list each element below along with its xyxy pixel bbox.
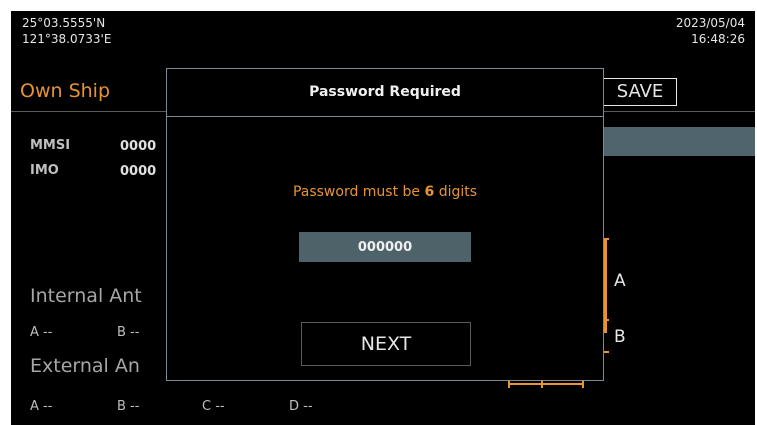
external-antenna-a[interactable]: A -- — [30, 399, 52, 414]
external-antenna-d[interactable]: D -- — [289, 399, 313, 414]
mmsi-label: MMSI — [30, 138, 71, 153]
time: 16:48:26 — [691, 32, 745, 46]
imo-label: IMO — [30, 163, 59, 178]
internal-antenna-heading: Internal Ant — [30, 285, 142, 307]
dialog-title: Password Required — [167, 69, 603, 117]
datetime-readout: 2023/05/04 16:48:26 — [676, 15, 745, 47]
imo-value[interactable]: 0000 — [120, 164, 156, 179]
internal-antenna-a[interactable]: A -- — [30, 325, 52, 340]
dimension-tick-center — [541, 380, 543, 388]
dialog-message-number: 6 — [424, 184, 435, 200]
password-input[interactable] — [299, 232, 471, 262]
dimension-tick-right — [582, 380, 584, 388]
external-antenna-b[interactable]: B -- — [117, 399, 139, 414]
latitude: 25°03.5555'N — [22, 16, 106, 30]
password-dialog: Password Required Password must be 6 dig… — [166, 68, 604, 381]
page-title: Own Ship — [20, 80, 111, 102]
position-readout: 25°03.5555'N 121°38.0733'E — [22, 15, 111, 47]
dimension-label-b: B — [614, 327, 626, 347]
background-input-field[interactable] — [603, 127, 755, 156]
dialog-message: Password must be 6 digits — [167, 184, 603, 200]
save-button[interactable]: SAVE — [603, 78, 677, 106]
dialog-message-suffix: digits — [434, 184, 478, 200]
next-button[interactable]: NEXT — [301, 322, 471, 366]
date: 2023/05/04 — [675, 16, 745, 30]
ais-screen: 25°03.5555'N 121°38.0733'E 2023/05/04 16… — [11, 11, 755, 425]
dimension-line-horizontal — [508, 383, 584, 385]
longitude: 121°38.0733'E — [22, 32, 112, 46]
dimension-label-a: A — [614, 271, 626, 291]
internal-antenna-b[interactable]: B -- — [117, 325, 139, 340]
dimension-tick-left — [508, 380, 510, 388]
external-antenna-heading: External An — [30, 355, 140, 377]
external-antenna-c[interactable]: C -- — [202, 399, 225, 414]
dialog-message-prefix: Password must be — [292, 184, 425, 200]
mmsi-value[interactable]: 0000 — [120, 139, 156, 154]
